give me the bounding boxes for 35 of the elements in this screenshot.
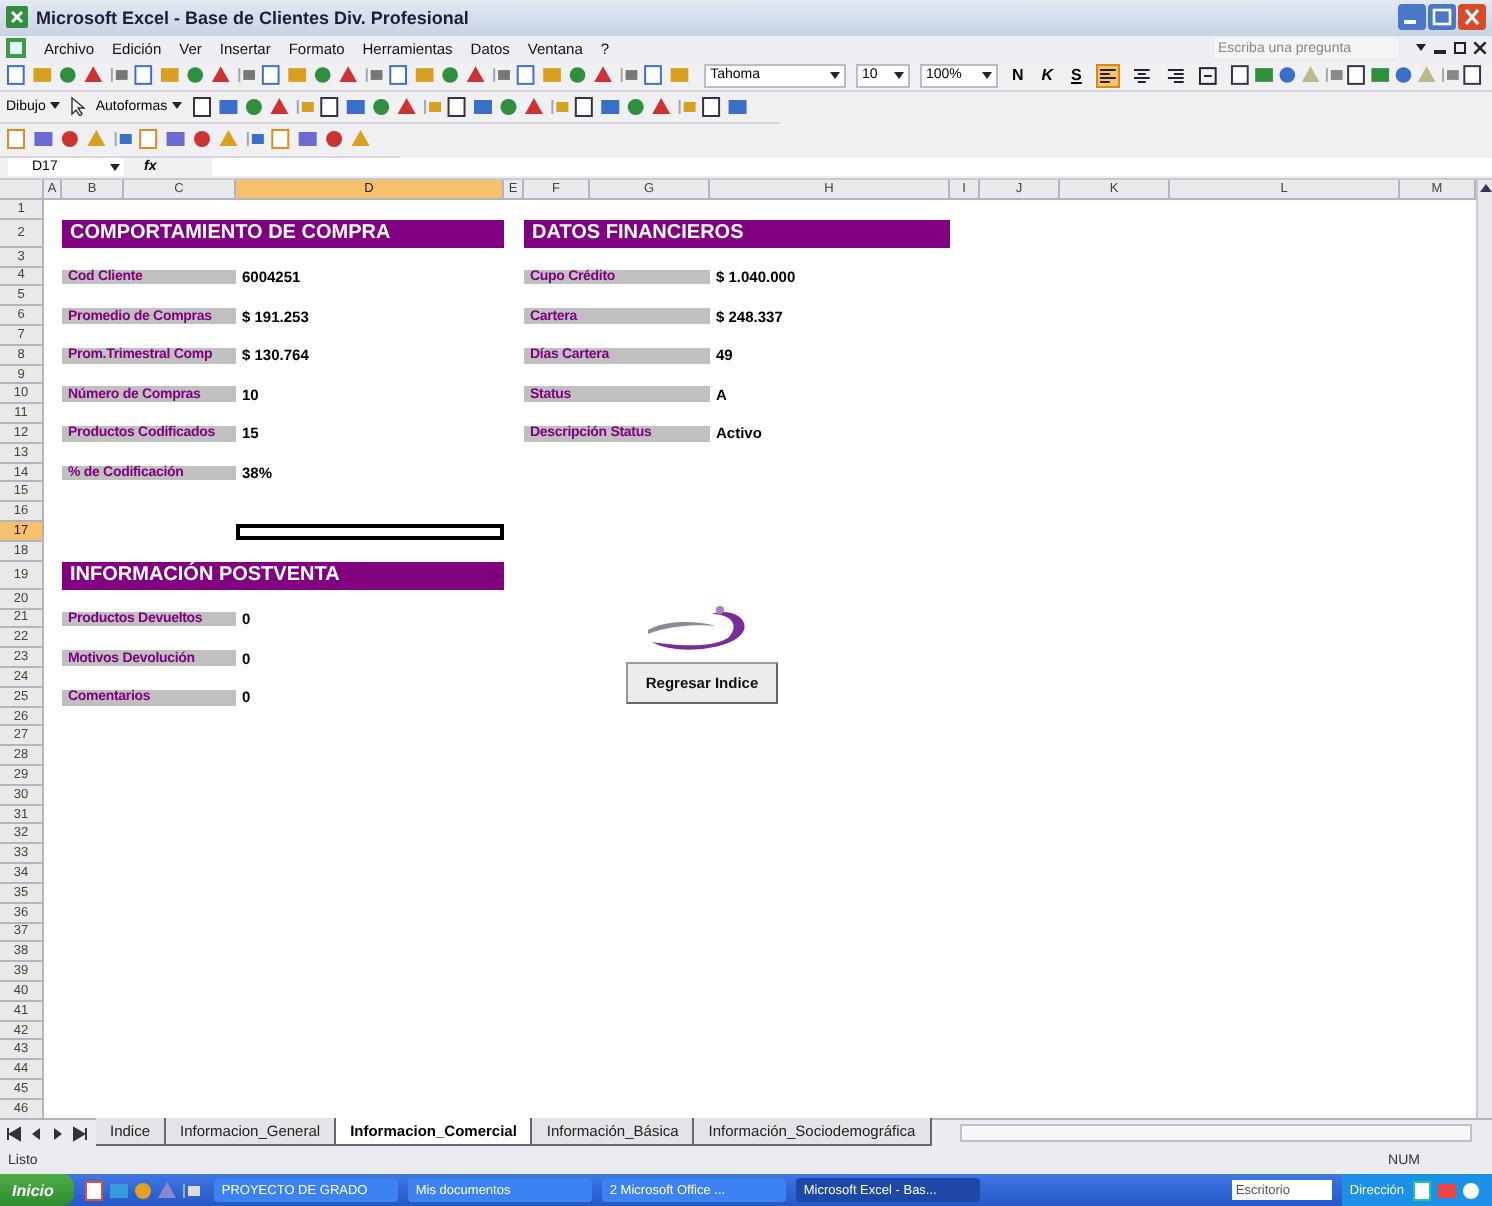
start-button[interactable]: Inicio bbox=[0, 1174, 74, 1206]
drawing-toolbar-icons-drawing[interactable] bbox=[191, 93, 752, 120]
restore-icon[interactable] bbox=[1454, 42, 1466, 55]
excel-icon bbox=[6, 6, 28, 29]
align-merge-icon[interactable] bbox=[1196, 63, 1221, 88]
align-right-icon[interactable] bbox=[1163, 63, 1187, 88]
pointer-icon[interactable] bbox=[69, 96, 86, 117]
caret-icon[interactable] bbox=[110, 163, 120, 172]
caret-icon[interactable] bbox=[49, 102, 60, 111]
section-header: INFORMACIÓN POSTVENTA bbox=[62, 561, 504, 590]
align-center-icon[interactable] bbox=[1129, 63, 1154, 88]
tray-icons-drawing[interactable] bbox=[1412, 1177, 1484, 1203]
section-header: COMPORTAMIENTO DE COMPRA bbox=[62, 219, 504, 248]
caret-icon[interactable] bbox=[981, 71, 992, 80]
formatting-toolbar-icons-drawing[interactable] bbox=[1230, 62, 1486, 89]
underline-button[interactable]: S bbox=[1067, 66, 1086, 85]
last-sheet-icon[interactable] bbox=[72, 1125, 88, 1142]
caret-icon[interactable] bbox=[829, 71, 840, 80]
align-left-icon[interactable] bbox=[1095, 63, 1120, 88]
workbook-icon[interactable] bbox=[6, 38, 26, 59]
caret-icon[interactable] bbox=[171, 102, 182, 111]
maximize-icon[interactable] bbox=[1428, 4, 1456, 31]
quick-launch-icons-drawing[interactable] bbox=[83, 1177, 204, 1203]
caret-icon[interactable] bbox=[1416, 44, 1426, 53]
bold-button[interactable]: N bbox=[1007, 66, 1028, 85]
italic-button[interactable]: K bbox=[1037, 66, 1058, 85]
section-header: DATOS FINANCIEROS bbox=[524, 219, 950, 248]
next-sheet-icon[interactable] bbox=[50, 1125, 66, 1142]
window-title: Microsoft Excel - Base de Clientes Div. Profesional bbox=[36, 7, 471, 28]
formula-field[interactable] bbox=[212, 158, 1492, 177]
caret-icon[interactable] bbox=[893, 71, 904, 80]
previous-sheet-icon[interactable] bbox=[28, 1125, 44, 1142]
vertical-scrollbar[interactable] bbox=[1476, 179, 1492, 1119]
first-sheet-icon[interactable] bbox=[6, 1125, 22, 1142]
close-icon[interactable] bbox=[1474, 42, 1486, 55]
